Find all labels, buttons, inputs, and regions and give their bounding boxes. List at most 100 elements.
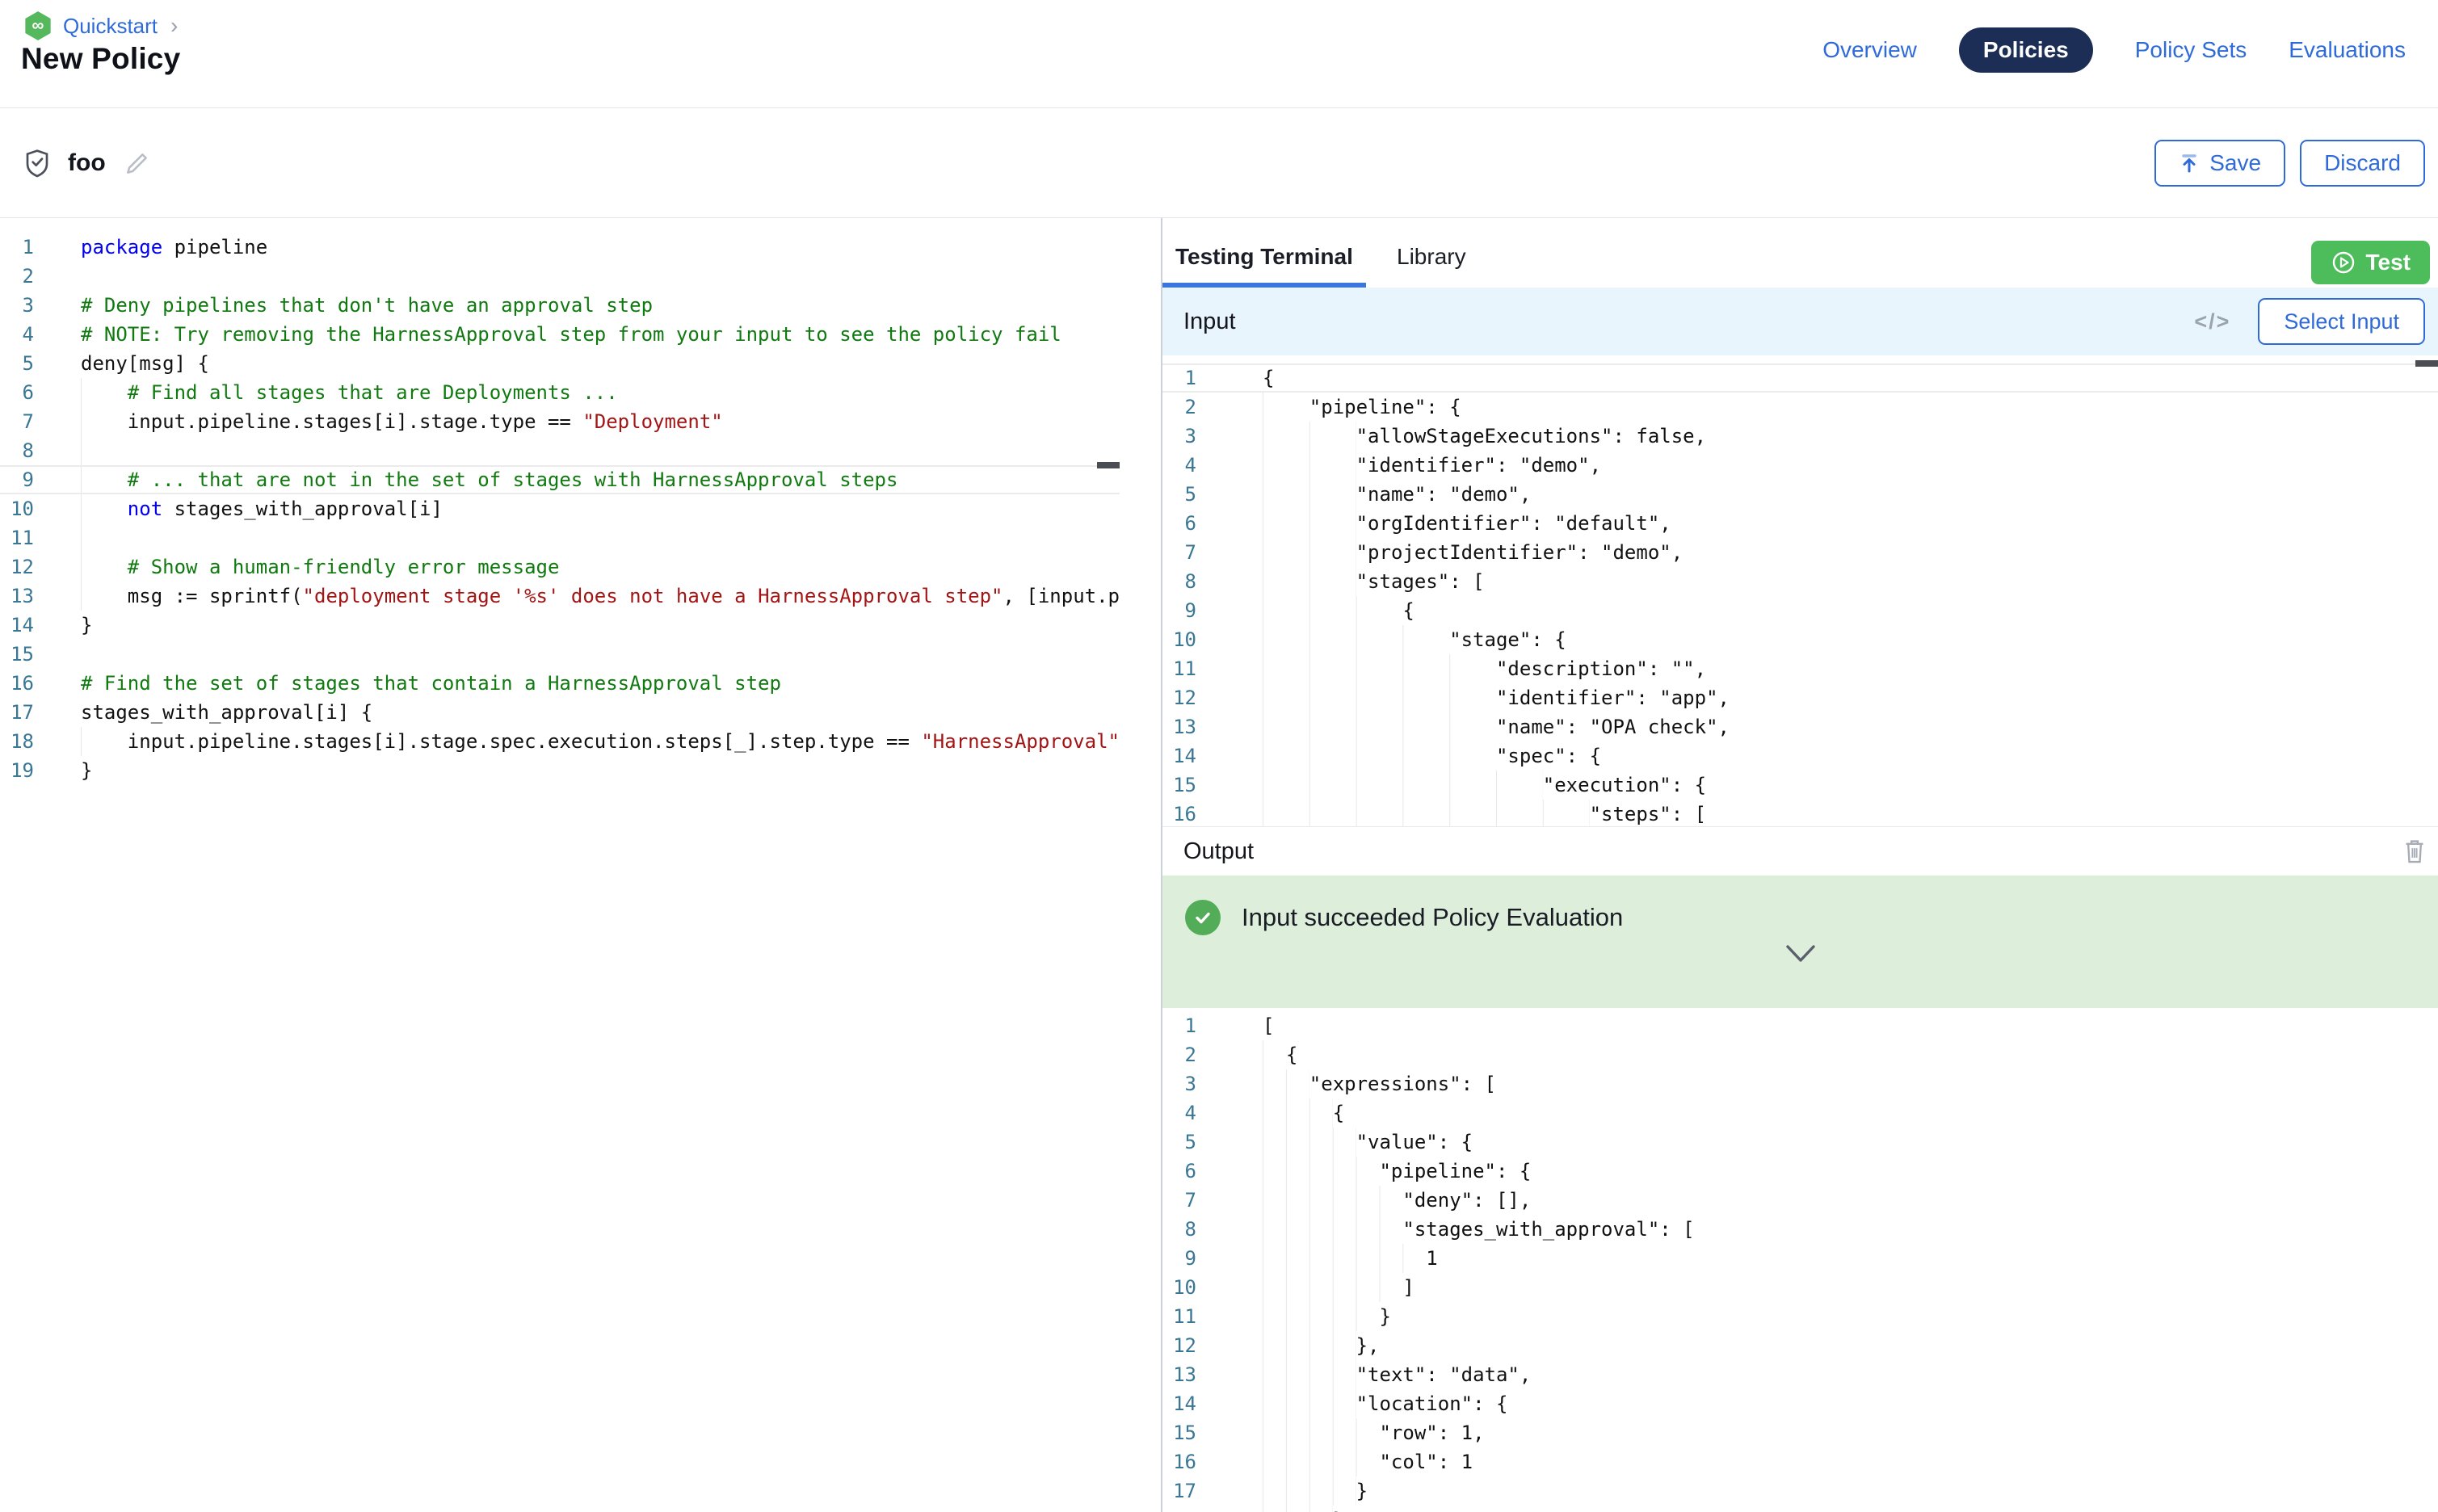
line-number: 6 bbox=[1162, 509, 1208, 538]
output-json-editor[interactable]: 1[2{3"expressions": [4{5"value": {6"pipe… bbox=[1162, 1008, 2438, 1512]
code-line: 11 bbox=[0, 523, 1161, 552]
code-line: 16"steps": [ bbox=[1162, 800, 2438, 827]
test-button[interactable]: Test bbox=[2311, 241, 2431, 284]
code-line: 18} bbox=[1162, 1506, 2438, 1512]
line-number: 3 bbox=[1162, 1069, 1208, 1098]
line-number: 16 bbox=[0, 669, 48, 698]
code-line: 10"stage": { bbox=[1162, 625, 2438, 654]
code-line: 12}, bbox=[1162, 1331, 2438, 1360]
policy-toolbar: foo Save Discard bbox=[0, 108, 2438, 218]
line-number: 13 bbox=[1162, 1360, 1208, 1389]
line-number: 8 bbox=[1162, 1215, 1208, 1244]
code-line: 4# NOTE: Try removing the HarnessApprova… bbox=[0, 320, 1161, 349]
line-number: 8 bbox=[1162, 567, 1208, 596]
line-number: 11 bbox=[1162, 1302, 1208, 1331]
code-tag-icon[interactable]: </> bbox=[2194, 309, 2230, 334]
line-number: 18 bbox=[1162, 1506, 1208, 1512]
code-line: 14"spec": { bbox=[1162, 741, 2438, 771]
line-number: 10 bbox=[1162, 625, 1208, 654]
code-line: 7"deny": [], bbox=[1162, 1186, 2438, 1215]
line-number: 7 bbox=[1162, 538, 1208, 567]
line-number: 1 bbox=[1162, 1011, 1208, 1040]
rego-editor[interactable]: 1package pipeline23# Deny pipelines that… bbox=[0, 218, 1161, 1512]
line-number: 18 bbox=[0, 727, 48, 756]
code-line: 3"allowStageExecutions": false, bbox=[1162, 422, 2438, 451]
line-number: 11 bbox=[0, 523, 48, 552]
line-number: 2 bbox=[1162, 393, 1208, 422]
tab-policy-sets[interactable]: Policy Sets bbox=[2135, 37, 2247, 63]
line-number: 3 bbox=[0, 291, 48, 320]
code-line: 17stages_with_approval[i] { bbox=[0, 698, 1161, 727]
code-line: 2{ bbox=[1162, 1040, 2438, 1069]
chevron-down-icon[interactable] bbox=[1783, 943, 1818, 964]
page-title: New Policy bbox=[21, 42, 180, 76]
line-number: 10 bbox=[0, 494, 48, 523]
code-line: 2"pipeline": { bbox=[1162, 393, 2438, 422]
shield-check-icon bbox=[24, 149, 50, 178]
save-button[interactable]: Save bbox=[2154, 140, 2285, 187]
code-line: 6"pipeline": { bbox=[1162, 1157, 2438, 1186]
line-number: 8 bbox=[0, 436, 48, 465]
tab-library[interactable]: Library bbox=[1397, 244, 1466, 270]
code-line: 6# Find all stages that are Deployments … bbox=[0, 378, 1161, 407]
banner-text: Input succeeded Policy Evaluation bbox=[1242, 903, 1623, 932]
line-number: 5 bbox=[1162, 1128, 1208, 1157]
input-json-editor[interactable]: 1{2"pipeline": {3"allowStageExecutions":… bbox=[1162, 355, 2438, 827]
code-line: 6"orgIdentifier": "default", bbox=[1162, 509, 2438, 538]
line-number: 15 bbox=[1162, 771, 1208, 800]
code-line: 13"name": "OPA check", bbox=[1162, 712, 2438, 741]
save-label: Save bbox=[2209, 150, 2261, 176]
discard-button[interactable]: Discard bbox=[2300, 140, 2425, 187]
chevron-right-icon: › bbox=[170, 13, 178, 39]
input-header: Input </> Select Input bbox=[1162, 288, 2438, 355]
tab-overview[interactable]: Overview bbox=[1822, 37, 1917, 63]
code-line: 13"text": "data", bbox=[1162, 1360, 2438, 1389]
breadcrumb-project-link[interactable]: Quickstart bbox=[63, 14, 158, 39]
edit-pencil-icon[interactable] bbox=[124, 149, 151, 177]
line-number: 5 bbox=[1162, 480, 1208, 509]
code-line: 4{ bbox=[1162, 1098, 2438, 1128]
line-number: 6 bbox=[0, 378, 48, 407]
line-number: 3 bbox=[1162, 422, 1208, 451]
code-line: 12# Show a human-friendly error message bbox=[0, 552, 1161, 582]
line-number: 4 bbox=[1162, 1098, 1208, 1128]
select-input-button[interactable]: Select Input bbox=[2258, 298, 2425, 345]
success-check-icon bbox=[1185, 900, 1221, 935]
line-number: 1 bbox=[1162, 363, 1208, 393]
line-number: 2 bbox=[1162, 1040, 1208, 1069]
line-number: 12 bbox=[0, 552, 48, 582]
trash-icon[interactable] bbox=[2402, 838, 2427, 865]
line-number: 9 bbox=[1162, 1244, 1208, 1273]
code-line: 19} bbox=[0, 756, 1161, 785]
code-line: 16"col": 1 bbox=[1162, 1447, 2438, 1476]
tab-evaluations[interactable]: Evaluations bbox=[2289, 37, 2406, 63]
line-number: 15 bbox=[0, 640, 48, 669]
code-line: 4"identifier": "demo", bbox=[1162, 451, 2438, 480]
code-line: 9{ bbox=[1162, 596, 2438, 625]
code-line: 91 bbox=[1162, 1244, 2438, 1273]
code-line: 11"description": "", bbox=[1162, 654, 2438, 683]
line-number: 7 bbox=[0, 407, 48, 436]
tab-policies[interactable]: Policies bbox=[1959, 27, 2093, 73]
code-line: 15"row": 1, bbox=[1162, 1418, 2438, 1447]
code-line: 15"execution": { bbox=[1162, 771, 2438, 800]
line-number: 2 bbox=[0, 262, 48, 291]
code-line: 17} bbox=[1162, 1476, 2438, 1506]
test-label: Test bbox=[2366, 250, 2411, 275]
upload-icon bbox=[2179, 153, 2200, 174]
breadcrumb: ∞ Quickstart › bbox=[24, 11, 178, 40]
page-header: ∞ Quickstart › New Policy Overview Polic… bbox=[0, 0, 2438, 108]
line-number: 9 bbox=[0, 465, 48, 494]
output-header: Output bbox=[1162, 827, 2438, 876]
play-circle-icon bbox=[2331, 250, 2356, 275]
code-line: 3# Deny pipelines that don't have an app… bbox=[0, 291, 1161, 320]
line-number: 1 bbox=[0, 233, 48, 262]
code-line: 13msg := sprintf("deployment stage '%s' … bbox=[0, 582, 1161, 611]
code-line: 11} bbox=[1162, 1302, 2438, 1331]
tab-testing-terminal[interactable]: Testing Terminal bbox=[1175, 244, 1353, 270]
harness-logo-icon: ∞ bbox=[24, 11, 52, 40]
line-number: 5 bbox=[0, 349, 48, 378]
code-line: 12"identifier": "app", bbox=[1162, 683, 2438, 712]
code-line: 16# Find the set of stages that contain … bbox=[0, 669, 1161, 698]
line-number: 10 bbox=[1162, 1273, 1208, 1302]
